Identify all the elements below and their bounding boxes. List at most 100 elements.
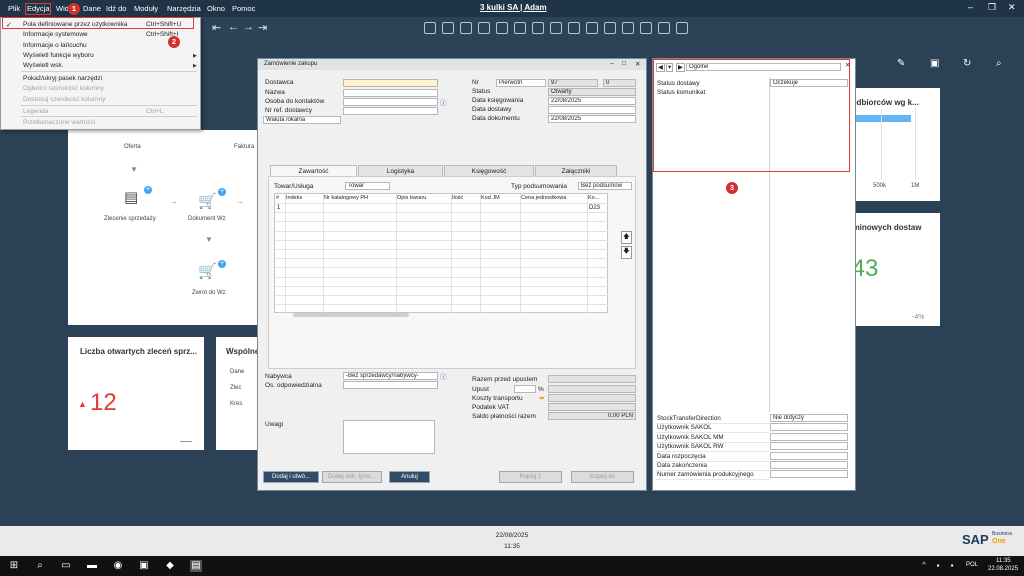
task-view-icon[interactable]: ▭ (60, 560, 72, 572)
buyer-select[interactable]: -Bez sprzedawcy/nabywcy- (343, 372, 438, 380)
udf-value-input[interactable] (770, 442, 848, 451)
taskbar-time[interactable]: 11:35 (996, 558, 1011, 564)
udf-value-input[interactable] (770, 432, 848, 441)
udf-value-input[interactable] (770, 470, 848, 479)
top-customers-tile[interactable]: 5 odbiorców wg k... 500k 1M (845, 88, 940, 201)
add-draft-button[interactable]: Dodaj dok. tymc... (322, 471, 382, 483)
column-header[interactable]: Kod JM (481, 195, 519, 201)
chart-icon[interactable] (424, 22, 436, 34)
sort-icon[interactable] (478, 22, 490, 34)
menu-modules[interactable]: Moduły (134, 4, 158, 13)
windows-start-icon[interactable]: ⊞ (8, 560, 20, 572)
app-icon[interactable]: ◆ (164, 560, 176, 572)
first-record-icon[interactable]: ⇤ (212, 21, 221, 34)
copy-to-button[interactable]: Kopiuj do (571, 471, 634, 483)
menu-window[interactable]: Okno (207, 4, 225, 13)
info-icon[interactable]: ⓘ (440, 97, 447, 107)
menu-item[interactable]: Informacje systemowe (23, 31, 88, 38)
contact-select[interactable] (343, 98, 438, 106)
udf-value-input[interactable] (770, 451, 848, 460)
menu-item[interactable]: Informacje o łańcuchu (23, 42, 87, 49)
settings-icon[interactable] (622, 22, 634, 34)
po-maximize-icon[interactable]: □ (622, 60, 626, 67)
layout-icon[interactable] (496, 22, 508, 34)
column-header[interactable]: # (276, 195, 284, 201)
plus-icon[interactable]: + (218, 188, 226, 196)
menu-help[interactable]: Pomoc (232, 4, 255, 13)
owner-input[interactable] (343, 381, 438, 389)
taskbar-date[interactable]: 22.08.2025 (988, 566, 1018, 572)
column-header[interactable]: Cena jednostkowa (521, 195, 586, 201)
chrome-icon[interactable]: ◉ (112, 560, 124, 572)
summary-type-select[interactable]: Bez podsumow (578, 182, 632, 190)
menu-item[interactable]: Pokaż/ukryj pasek narzędzi (23, 75, 102, 82)
horizontal-scrollbar[interactable] (293, 313, 409, 317)
link-icon[interactable] (532, 22, 544, 34)
column-header[interactable]: Ko... (588, 195, 608, 201)
shared-item[interactable]: Zlec (230, 385, 241, 391)
pencil-icon[interactable]: ✎ (897, 58, 905, 69)
column-header[interactable]: Opis towaru (397, 195, 450, 201)
info-icon[interactable]: ⓘ (440, 371, 447, 381)
plus-icon[interactable]: + (144, 186, 152, 194)
calendar-icon[interactable] (604, 22, 616, 34)
flow-node-invoice[interactable]: Faktura (234, 144, 254, 150)
column-header[interactable]: Ilość (452, 195, 479, 201)
open-orders-tile[interactable]: Liczba otwartych zleceń sprz... ▲ 12 (68, 337, 204, 450)
vendor-input[interactable] (343, 79, 438, 87)
language-indicator[interactable]: POL (966, 562, 978, 568)
add-and-create-button[interactable]: Dodaj i utwó... (263, 471, 319, 483)
flow-node-delivery[interactable]: Dokument Wz (188, 216, 226, 222)
base-document-icon[interactable] (550, 22, 562, 34)
grid-cell[interactable]: 1 (277, 205, 280, 211)
target-document-icon[interactable] (568, 22, 580, 34)
menu-item[interactable]: Wyświetl wsk. (23, 62, 63, 69)
file-explorer-icon[interactable]: ▬ (86, 560, 98, 572)
menu-tools[interactable]: Narzędzia (167, 4, 201, 13)
search-icon[interactable]: ⌕ (34, 560, 46, 572)
widget-icon[interactable]: ▣ (930, 58, 939, 69)
udf-value-select[interactable]: Nie dotyczy (770, 414, 848, 422)
flow-node-quote[interactable]: Oferta (124, 144, 141, 150)
search-icon[interactable]: ⌕ (996, 58, 1002, 69)
copy-from-button[interactable]: Kopiuj z (499, 471, 562, 483)
flow-node-return[interactable]: Zwrot do Wz (192, 290, 226, 296)
menu-data[interactable]: Dane (83, 4, 101, 13)
po-minimize-icon[interactable]: – (610, 60, 614, 67)
minimize-icon[interactable]: – (968, 2, 973, 12)
export-icon[interactable] (586, 22, 598, 34)
previous-record-icon[interactable]: ← (228, 21, 239, 33)
on-time-delivery-tile[interactable]: erminowych dostaw .43 -4% (845, 213, 940, 326)
app-icon[interactable]: ▣ (138, 560, 150, 572)
shared-item[interactable]: Dane (230, 369, 244, 375)
delivery-date-input[interactable] (548, 106, 636, 114)
series-select[interactable]: Pierwotn (496, 79, 546, 87)
help-icon[interactable] (676, 22, 688, 34)
udf-value-input[interactable] (770, 423, 848, 432)
next-record-icon[interactable]: → (243, 21, 254, 33)
freight-arrow-icon[interactable]: ➡ (539, 394, 544, 402)
remarks-textarea[interactable] (343, 420, 435, 454)
tray-arrow-icon[interactable]: ^ (918, 560, 930, 572)
restore-icon[interactable]: ❐ (988, 2, 996, 13)
grid-icon[interactable] (514, 22, 526, 34)
discount-percent-input[interactable] (514, 385, 536, 393)
udf-value-input[interactable] (770, 461, 848, 469)
report-icon[interactable] (442, 22, 454, 34)
tray-icon[interactable]: ▪ (932, 560, 944, 572)
posting-date-input[interactable]: 22/08/2025 (548, 97, 636, 105)
sap-app-icon[interactable]: ▤ (190, 560, 202, 572)
plus-icon[interactable]: + (218, 260, 226, 268)
menu-view[interactable]: Widok (56, 4, 68, 13)
close-icon[interactable]: ✕ (1008, 2, 1016, 13)
doc-date-input[interactable]: 22/08/2025 (548, 115, 636, 123)
vendor-ref-input[interactable] (343, 107, 438, 115)
refresh-icon[interactable] (658, 22, 670, 34)
menu-file[interactable]: Plik (8, 4, 20, 13)
column-header[interactable]: Nr katalogowy PH (324, 195, 395, 201)
column-header[interactable]: Indeks (286, 195, 322, 201)
last-record-icon[interactable]: ⇥ (258, 21, 267, 34)
network-icon[interactable]: ▪ (946, 560, 958, 572)
book-icon[interactable] (640, 22, 652, 34)
item-type-select[interactable]: Towar (345, 182, 390, 190)
